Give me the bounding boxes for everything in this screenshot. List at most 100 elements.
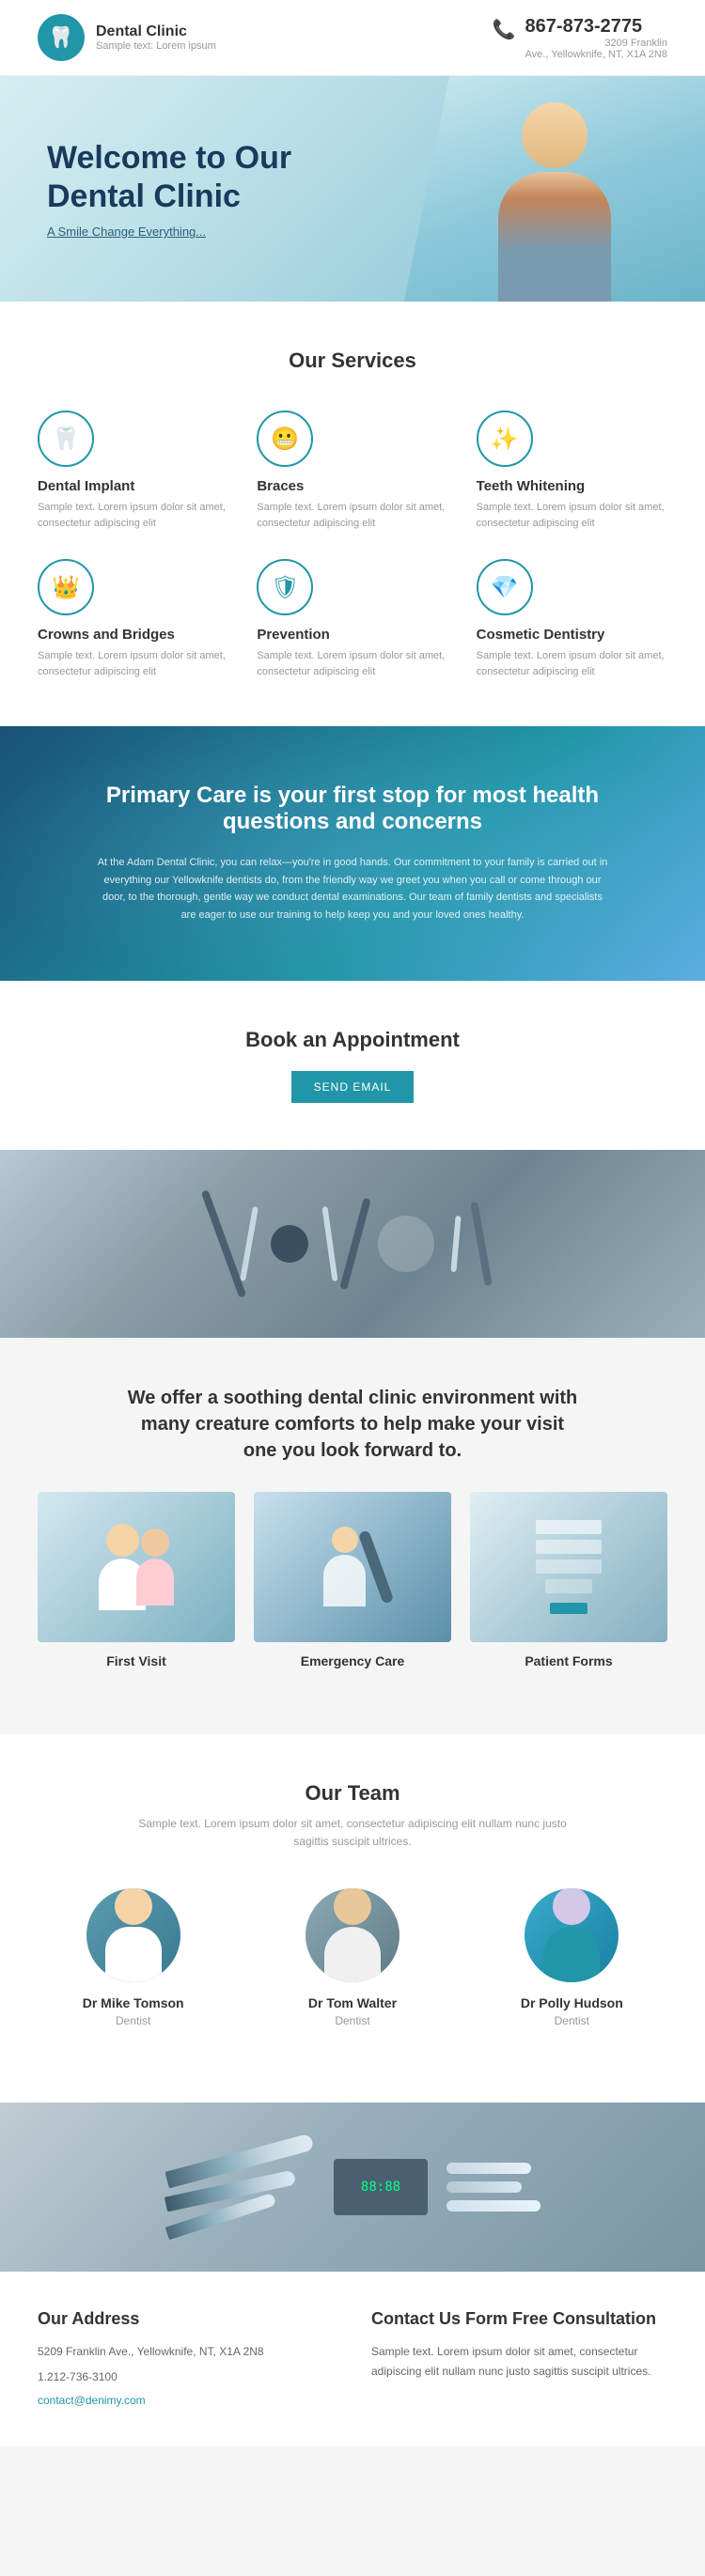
person-head-doctor [106,1524,139,1557]
footer-phone: 1.212-736-3100 [38,2367,334,2386]
service-icon-0: 🦷 [38,411,94,467]
service-icon-5: 💎 [477,559,533,615]
hero-image [404,76,705,302]
card-image-2 [470,1492,667,1642]
dr-body-0 [105,1927,162,1982]
primary-banner: Primary Care is your first stop for most… [0,726,705,981]
service-icon-2: ✨ [477,411,533,467]
phone-block: 867-873-2775 3209 Franklin Ave., Yellowk… [525,16,667,60]
header-address-1: 3209 Franklin [525,38,667,49]
member-avatar-1 [306,1888,400,1982]
logo-subtitle: Sample text: Lorem ipsum [96,40,216,52]
hero-title: Welcome to Our Dental Clinic [47,139,348,216]
services-section: Our Services 🦷 Dental Implant Sample tex… [0,302,705,726]
member-avatar-0 [86,1888,180,1982]
service-name-0: Dental Implant [38,478,134,494]
team-member-1: Dr Tom Walter Dentist [257,1888,447,2027]
service-name-3: Crowns and Bridges [38,627,175,643]
equipment-shapes [220,1187,485,1300]
service-item-5: 💎 Cosmetic Dentistry Sample text. Lorem … [477,559,667,679]
hero-subtitle-post: Change Everything... [88,225,206,239]
send-email-button[interactable]: SEND EMAIL [291,1071,415,1103]
member-avatar-2 [525,1888,619,1982]
instr-1 [446,2163,531,2174]
environment-section: We offer a soothing dental clinic enviro… [0,1338,705,1734]
instrument-left [164,2152,315,2223]
service-name-1: Braces [257,478,304,494]
card-label-1: Emergency Care [301,1653,405,1668]
logo-title: Dental Clinic [96,23,216,40]
team-member-0: Dr Mike Tomson Dentist [38,1888,228,2027]
digital-display: 88:88 [334,2159,428,2215]
service-desc-2: Sample text. Lorem ipsum dolor sit amet,… [477,500,667,531]
service-desc-0: Sample text. Lorem ipsum dolor sit amet,… [38,500,228,531]
dr-head-1 [334,1888,371,1925]
hero-subtitle-link: Smile [58,225,89,239]
pen-1c [164,2210,315,2223]
member-name-1: Dr Tom Walter [308,1995,397,2010]
services-title: Our Services [38,349,667,373]
service-desc-4: Sample text. Lorem ipsum dolor sit amet,… [257,648,447,679]
phone-number: 867-873-2775 [525,16,667,38]
dr-head-2 [553,1888,590,1925]
service-desc-1: Sample text. Lorem ipsum dolor sit amet,… [257,500,447,531]
footer-contact-desc: Sample text. Lorem ipsum dolor sit amet,… [371,2342,667,2381]
hero-section: Welcome to Our Dental Clinic A Smile Cha… [0,76,705,302]
site-header: 🦷 Dental Clinic Sample text: Lorem ipsum… [0,0,705,76]
pen-1b [164,2183,315,2198]
equip-tool-3 [450,1216,461,1272]
patient-head-2 [332,1527,358,1553]
card-item-2[interactable]: Patient Forms [470,1492,667,1668]
card-item-0[interactable]: First Visit [38,1492,235,1668]
appointment-section: Book an Appointment SEND EMAIL [0,981,705,1150]
bottom-instruments-image: 88:88 [0,2103,705,2272]
equip-tool-1 [240,1206,258,1281]
member-name-0: Dr Mike Tomson [83,1995,184,2010]
card-image-0 [38,1492,235,1642]
footer-contact-title: Contact Us Form Free Consultation [371,2309,667,2329]
patient-body-2 [323,1555,366,1606]
instrument-right [446,2163,540,2211]
phone-icon: 📞 [493,18,516,41]
service-name-4: Prevention [257,627,330,643]
team-section: Our Team Sample text. Lorem ipsum dolor … [0,1734,705,2103]
footer-address-title: Our Address [38,2309,334,2329]
hero-text: Welcome to Our Dental Clinic A Smile Cha… [47,139,348,240]
member-role-0: Dentist [116,2014,150,2027]
service-desc-3: Sample text. Lorem ipsum dolor sit amet,… [38,648,228,679]
right-instruments [446,2163,540,2211]
footer: Our Address 5209 Franklin Ave., Yellowkn… [0,2272,705,2446]
equip-arm-2 [339,1197,371,1290]
service-name-2: Teeth Whitening [477,478,586,494]
team-desc: Sample text. Lorem ipsum dolor sit amet,… [136,1815,569,1851]
dr-body-2 [543,1927,600,1982]
services-grid: 🦷 Dental Implant Sample text. Lorem ipsu… [38,411,667,679]
footer-email[interactable]: contact@denimy.com [38,2394,146,2407]
instr-2 [446,2181,522,2193]
footer-address-line1: 5209 Franklin Ave., Yellowknife, NT, X1A… [38,2342,334,2361]
team-grid: Dr Mike Tomson Dentist Dr Tom Walter Den… [38,1888,667,2027]
team-member-2: Dr Polly Hudson Dentist [477,1888,667,2027]
footer-address-col: Our Address 5209 Franklin Ave., Yellowkn… [38,2309,334,2409]
environment-title: We offer a soothing dental clinic enviro… [127,1385,578,1464]
instr-3 [446,2200,540,2211]
card-image-1 [254,1492,451,1642]
card-item-1[interactable]: Emergency Care [254,1492,451,1668]
patient-body [136,1559,174,1606]
card-label-2: Patient Forms [525,1653,612,1668]
service-icon-1: 😬 [257,411,313,467]
service-desc-5: Sample text. Lorem ipsum dolor sit amet,… [477,648,667,679]
equip-circle [271,1225,308,1263]
appointment-title: Book an Appointment [38,1028,667,1052]
dental-equipment-image [0,1150,705,1338]
team-title: Our Team [38,1781,667,1806]
equip-arm-3 [470,1202,493,1286]
footer-contact-col: Contact Us Form Free Consultation Sample… [371,2309,667,2409]
member-role-2: Dentist [555,2014,589,2027]
service-item-1: 😬 Braces Sample text. Lorem ipsum dolor … [257,411,447,531]
dr-body-1 [324,1927,381,1982]
logo-icon: 🦷 [38,14,85,61]
service-icon-4: 🛡 [257,559,313,615]
service-item-4: 🛡 Prevention Sample text. Lorem ipsum do… [257,559,447,679]
service-item-3: 👑 Crowns and Bridges Sample text. Lorem … [38,559,228,679]
